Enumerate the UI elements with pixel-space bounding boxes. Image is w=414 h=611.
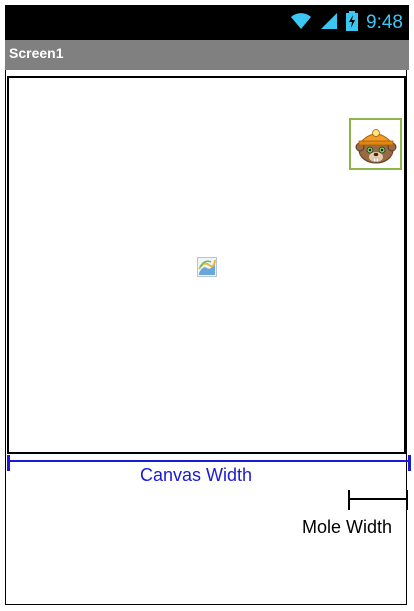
broken-image-icon [197,257,217,277]
wifi-icon [290,12,312,35]
title-bar: Screen1 [5,40,409,70]
mole-width-label: Mole Width [302,517,393,537]
mole-icon [355,129,396,164]
mole-width-dimension-line [348,490,408,510]
signal-icon [320,12,338,35]
battery-charging-icon [346,10,359,36]
screen-title: Screen1 [9,45,64,61]
status-bar: 9:48 [5,5,409,40]
mole-sprite[interactable] [349,118,402,170]
canvas-width-label: Canvas Width [140,465,253,485]
status-icons: 9:48 [290,10,403,36]
status-time: 9:48 [366,12,403,33]
